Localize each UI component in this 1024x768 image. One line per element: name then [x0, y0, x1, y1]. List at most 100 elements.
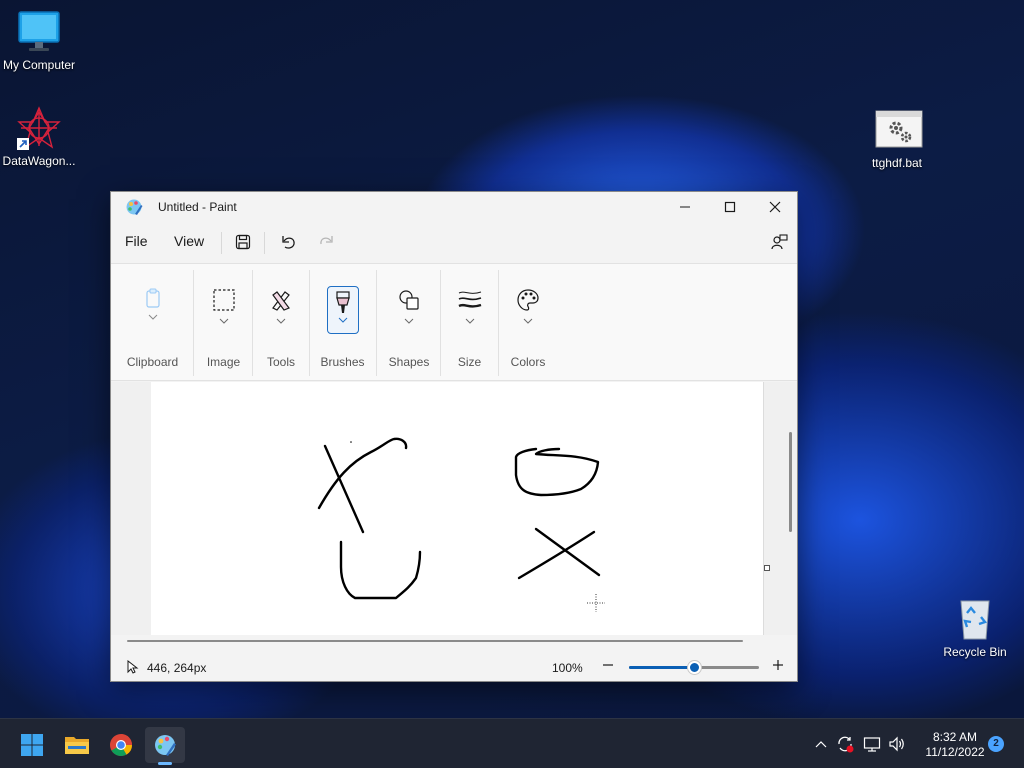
vertical-scrollbar[interactable]: [789, 432, 792, 532]
minus-icon: [603, 664, 613, 666]
sync-status-button[interactable]: [835, 734, 855, 754]
group-label: Shapes: [388, 355, 430, 369]
desktop-icon-label: ttghdf.bat: [871, 156, 923, 170]
size-group[interactable]: Size: [441, 264, 498, 382]
windows-start-icon: [21, 734, 43, 756]
show-hidden-icons-button[interactable]: [811, 734, 831, 754]
taskbar-chrome[interactable]: [101, 727, 141, 763]
palette-icon: [517, 289, 539, 311]
group-label: Image: [206, 355, 241, 369]
undo-icon: [282, 236, 295, 249]
clipboard-group[interactable]: Clipboard: [111, 264, 194, 382]
zoom-slider-fill: [629, 666, 694, 669]
group-label: Tools: [266, 355, 295, 369]
clock-date: 11/12/2022: [925, 745, 985, 759]
file-explorer-icon: [65, 737, 89, 754]
chevron-down-icon: [465, 318, 474, 324]
colors-group[interactable]: Colors: [499, 264, 557, 382]
menu-file[interactable]: File: [125, 233, 148, 249]
tools-group[interactable]: Tools: [253, 264, 309, 382]
zoom-level[interactable]: 100%: [552, 661, 583, 675]
brush-icon: [335, 291, 350, 313]
stroke-bowl-shape: [514, 447, 600, 497]
menu-bar: File View: [111, 222, 797, 262]
taskbar-paint[interactable]: [145, 727, 185, 765]
paint-app-icon: [125, 198, 143, 216]
minimize-button[interactable]: [662, 192, 708, 222]
zoom-slider-thumb[interactable]: [688, 661, 701, 674]
desktop-icon-label: My Computer: [2, 58, 76, 72]
chevron-down-icon: [338, 317, 347, 323]
desktop-icon-datawagon[interactable]: DataWagon...: [0, 106, 81, 168]
share-account-icon: [771, 234, 788, 250]
group-label: Colors: [510, 355, 546, 369]
paint-icon: [155, 735, 176, 756]
chevron-down-icon: [404, 318, 414, 324]
desktop-icon-recycle-bin[interactable]: Recycle Bin: [933, 597, 1017, 659]
status-bar: 446, 264px 100%: [111, 654, 797, 682]
batch-file-gear-icon: [875, 108, 923, 152]
desktop-icon-label: DataWagon...: [2, 154, 76, 168]
chrome-icon: [110, 734, 132, 756]
brushes-group[interactable]: Brushes: [310, 264, 375, 382]
clipboard-icon: [145, 288, 160, 308]
image-group[interactable]: Image: [194, 264, 253, 382]
save-icon: [235, 234, 251, 250]
close-icon: [769, 201, 781, 213]
redo-icon: [320, 236, 333, 245]
chevron-down-icon: [276, 318, 286, 324]
chevron-down-icon: [219, 318, 228, 324]
volume-button[interactable]: [887, 734, 907, 754]
drawing-canvas[interactable]: [151, 382, 770, 635]
canvas-resize-handle[interactable]: [764, 565, 770, 571]
canvas-edge: [763, 382, 764, 635]
canvas-drawing: [317, 437, 605, 612]
save-button[interactable]: [231, 230, 255, 254]
cursor-position: 446, 264px: [147, 661, 207, 675]
chevron-up-icon: [815, 741, 827, 748]
title-bar[interactable]: Untitled - Paint: [111, 192, 797, 222]
close-button[interactable]: [752, 192, 798, 222]
menu-divider: [221, 232, 222, 254]
notification-count-badge[interactable]: 2: [988, 736, 1004, 752]
redo-button[interactable]: [315, 230, 339, 254]
desktop-icon-ttghdf-bat[interactable]: ttghdf.bat: [855, 108, 939, 170]
maximize-button[interactable]: [707, 192, 753, 222]
undo-button[interactable]: [276, 230, 300, 254]
stroke-curve-top: [317, 437, 408, 510]
maximize-icon: [724, 201, 736, 213]
zoom-slider[interactable]: [629, 661, 759, 674]
horizontal-scrollbar[interactable]: [127, 640, 743, 642]
menu-divider: [264, 232, 265, 254]
taskbar: 8:32 AM 11/12/2022: [0, 718, 1024, 768]
monitor-icon: [17, 10, 61, 54]
desktop-icon-label: Recycle Bin: [943, 645, 1007, 659]
ribbon-toolbar: Clipboard Image Tools Brushes Shapes Siz…: [111, 263, 797, 381]
paint-window: Untitled - Paint File View Clipboard Ima…: [110, 191, 798, 682]
line-width-icon: [457, 291, 481, 308]
desktop-icon-my-computer[interactable]: My Computer: [0, 10, 81, 72]
stroke-x-line-2: [517, 530, 596, 580]
zoom-in-button[interactable]: [771, 658, 785, 672]
pointer-icon: [127, 659, 139, 677]
stroke-u-shape: [339, 540, 422, 600]
menu-view[interactable]: View: [174, 233, 204, 249]
chevron-down-icon: [523, 318, 533, 324]
clock-time: 8:32 AM: [932, 730, 978, 744]
chevron-down-icon: [148, 314, 157, 320]
sync-warning-icon: [838, 736, 854, 753]
shapes-group[interactable]: Shapes: [377, 264, 441, 382]
taskbar-file-explorer[interactable]: [57, 727, 97, 763]
zoom-out-button[interactable]: [601, 658, 615, 672]
share-button[interactable]: [767, 230, 791, 254]
minimize-icon: [680, 206, 690, 208]
group-label: Brushes: [320, 355, 365, 369]
active-app-indicator: [158, 762, 172, 765]
network-button[interactable]: [862, 734, 882, 754]
pencil-eraser-icon: [272, 291, 290, 311]
canvas-viewport[interactable]: [111, 382, 797, 635]
select-rectangle-icon: [212, 289, 235, 311]
clock[interactable]: 8:32 AM 11/12/2022: [916, 730, 994, 760]
start-button[interactable]: [12, 727, 52, 763]
crosshair-cursor-icon: [587, 594, 605, 612]
